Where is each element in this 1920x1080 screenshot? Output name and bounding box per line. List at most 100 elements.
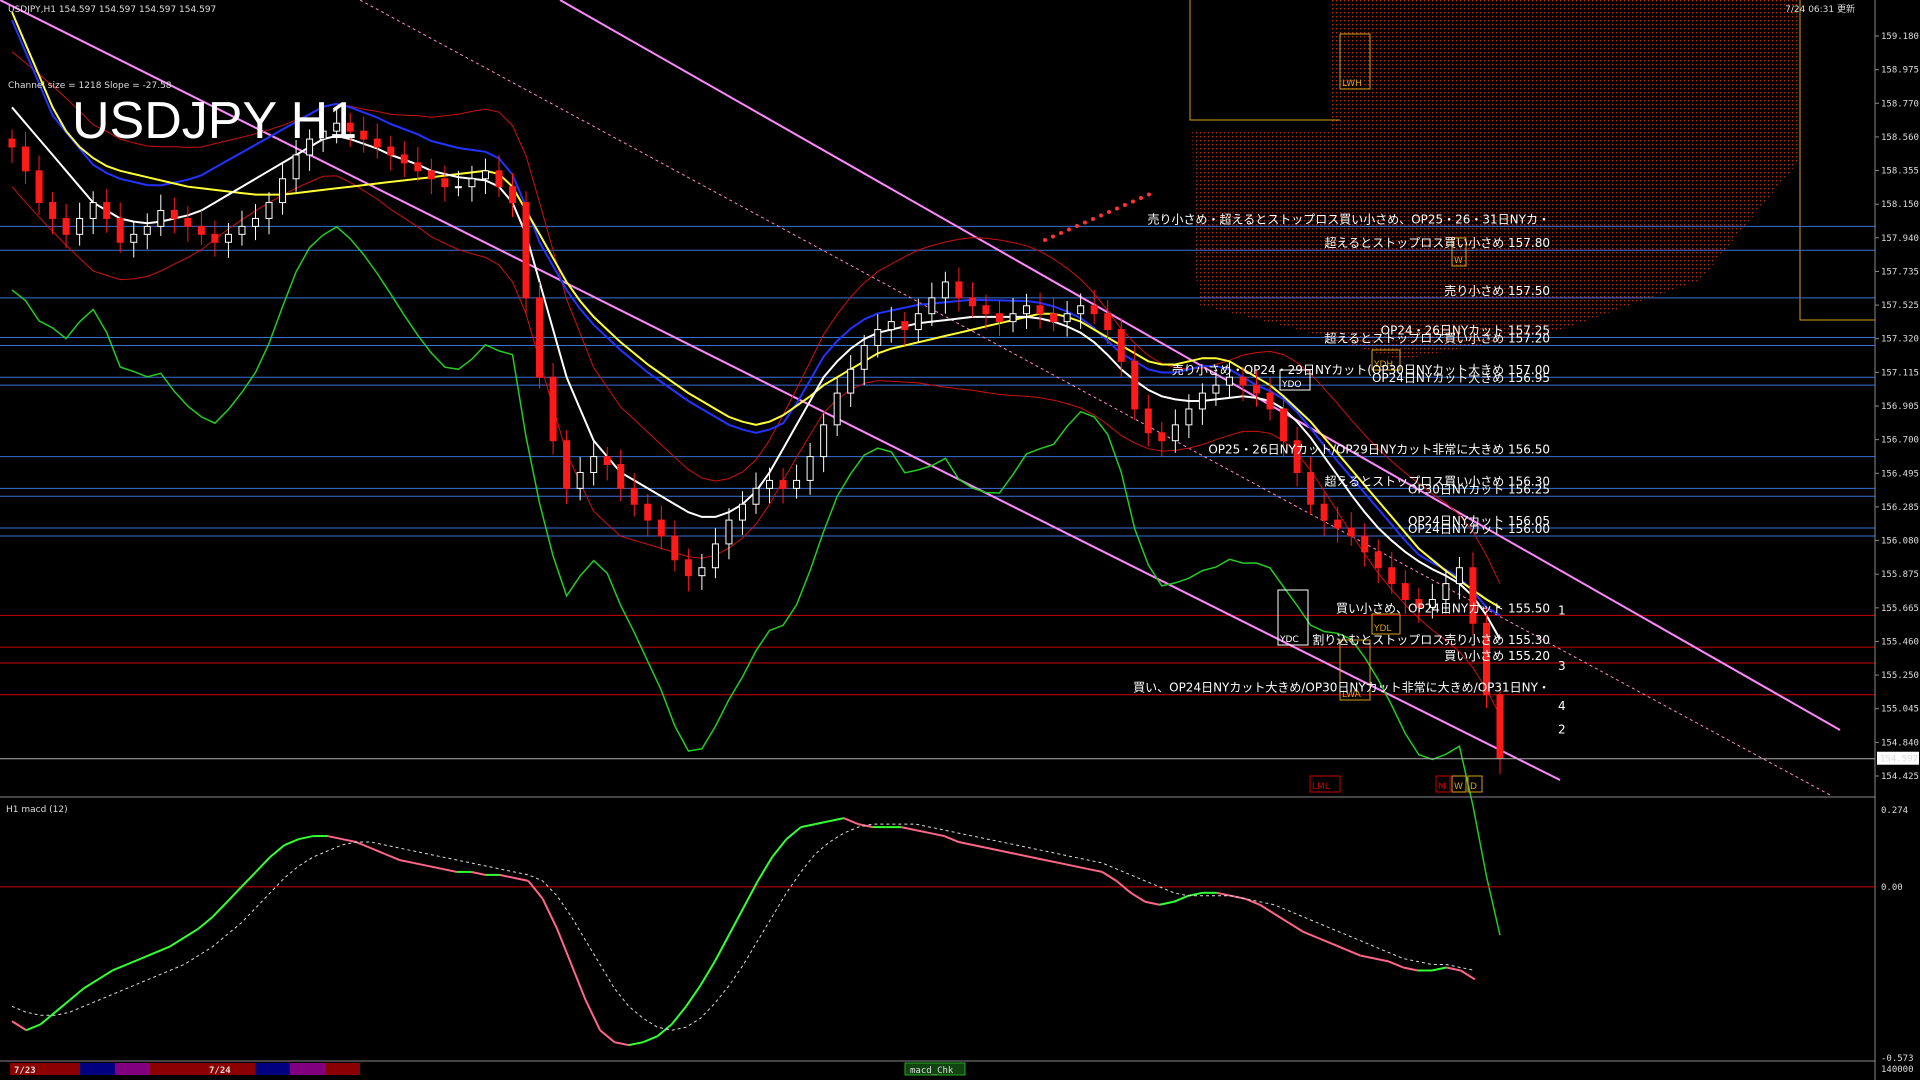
price-tick-label: 157.115 [1881,368,1919,378]
psar-dot [1067,227,1071,232]
candle-body [509,186,517,204]
candle-body [901,321,909,331]
candle-body [481,170,489,180]
price-tick-label: 158.355 [1881,167,1919,177]
candle-body [671,535,679,561]
candle-body [1185,408,1193,426]
level-number: 2 [1558,723,1566,737]
psar-dot [1115,206,1119,211]
level-annotation: 割り込むとストップロス売り小さめ 155.30 [1312,632,1550,647]
candle-body [833,392,841,426]
candle-body [76,217,84,235]
candle-body [1198,392,1206,410]
candle-body [1361,535,1369,553]
psar-dot [1091,217,1095,221]
current-price-label: 154.597 [1880,755,1918,765]
big-symbol-title: USDJPY H1 [72,92,357,150]
price-tick-label: 154.425 [1881,772,1919,782]
level-number: 3 [1558,659,1566,673]
price-tick-label: 157.735 [1881,267,1919,277]
period-box-label: LWH [1342,79,1362,89]
candle-body [1225,376,1233,386]
candle-body [238,225,246,235]
level-annotation: OP24日NYカット 156.00 [1408,522,1550,536]
candle-body [197,225,205,235]
candle-body [35,170,43,204]
candle-body [1063,313,1071,323]
candle-body [89,202,97,219]
update-datetime: 7/24 06:31 更新 [1785,3,1855,15]
price-tick-label: 156.495 [1881,469,1919,479]
date-block [290,1063,325,1075]
chart-window[interactable]: LWH YDH YDO YDC YDL LWA W LML M W D 売り小さめ・超えるとストップ… [0,0,1920,1080]
candle-body [1009,313,1017,323]
candle-body [184,217,192,227]
level-annotation: 売り小さめ 157.50 [1444,283,1550,298]
candle-body [1090,305,1098,315]
candle-body [941,281,949,299]
candle-body [603,456,611,466]
candle-body [644,503,652,521]
psar-dot [1099,213,1103,218]
price-tick-label: 159.180 [1881,32,1919,42]
date-block [325,1063,360,1075]
candle-body [657,519,665,537]
symbol-info: USDJPY,H1 154.597 154.597 154.597 154.59… [8,5,216,15]
candle-body [8,138,16,148]
candle-body [1374,551,1382,569]
candle-body [590,456,598,473]
candle-body [536,297,544,378]
candle-body [1307,471,1315,505]
level-number: 1 [1558,604,1566,618]
candle-body [1347,527,1355,537]
candle-body [224,233,232,243]
candle-body [630,487,638,505]
period-box-label: YDC [1279,635,1299,645]
level-annotation: 超えるとストップロス買い小さめ 157.20 [1325,330,1550,345]
candle-body [549,376,557,442]
psar-dot [1123,203,1127,207]
candle-body [103,202,111,219]
price-tick-label: 156.905 [1881,402,1919,412]
date-block [80,1063,115,1075]
candle-body [1117,329,1125,362]
candle-body [982,305,990,315]
price-tick-label: 155.665 [1881,604,1919,614]
candle-body [738,503,746,521]
candle-body [292,154,300,180]
level-annotation: 超えるとストップロス買い小さめ 157.80 [1325,235,1550,250]
price-tick-label: 155.250 [1881,671,1919,681]
candle-body [251,217,259,227]
price-tick-label: 158.975 [1881,66,1919,76]
candle-body [1077,305,1085,315]
candle-body [130,233,138,243]
candle-body [265,202,273,219]
psar-dot [1043,238,1047,242]
date-block [255,1063,290,1075]
candle-body [1212,384,1220,394]
candle-body [1266,392,1274,410]
price-tick-label: 156.285 [1881,503,1919,513]
candle-body [522,202,530,299]
candle-body [820,424,828,458]
date-block [115,1063,150,1075]
candle-body [860,344,868,370]
candle-body [928,297,936,315]
candle-body [1455,567,1463,585]
candle-body [170,210,178,219]
candle-body [1144,408,1152,434]
psar-dot [1107,210,1111,214]
price-tick-label: 156.080 [1881,537,1919,547]
psar-dot [1051,234,1055,239]
channel-info: Channel size = 1218 Slope = -27.58 [8,81,172,91]
candle-body [1131,360,1139,410]
candle-body [1171,424,1179,442]
indicator-tick-label: -0.573 [1881,1054,1914,1064]
price-chart-svg[interactable]: LWHYDHYDOYDCYDLLWAWLML M W D 売り小さめ・超えるとストップ… [0,0,1920,1080]
indicator-tab-label: macd_Chk [910,1066,954,1076]
date-label: 7/23 [14,1066,36,1076]
psar-dot [1131,199,1135,204]
candle-body [698,567,706,577]
candle-body [427,170,435,180]
candle-body [1388,567,1396,585]
